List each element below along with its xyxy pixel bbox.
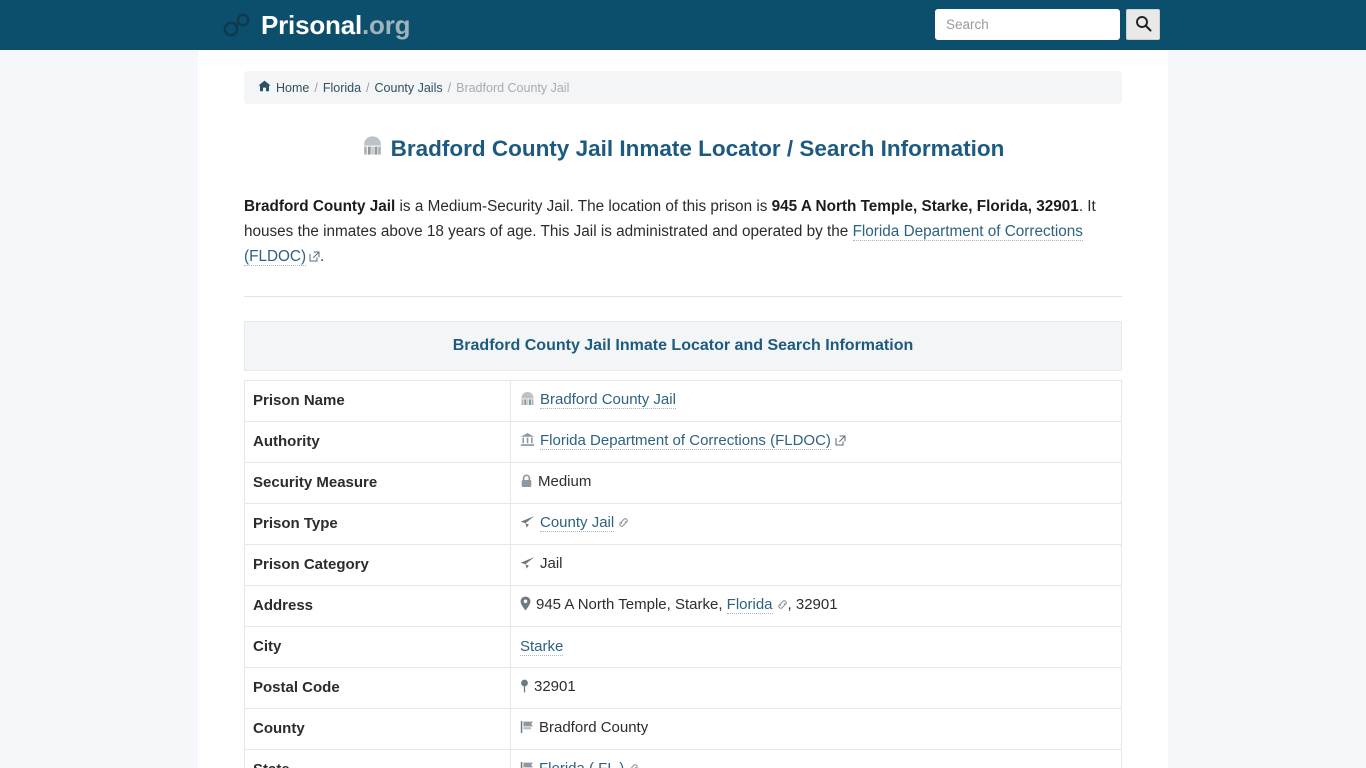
intro-paragraph: Bradford County Jail is a Medium-Securit… — [244, 194, 1122, 270]
search-submit-button[interactable] — [1126, 9, 1160, 40]
intro-prison-name: Bradford County Jail — [244, 198, 396, 215]
row-label-prison-name: Prison Name — [244, 380, 511, 422]
breadcrumb-separator: / — [366, 80, 370, 95]
table-row: Prison Type County Jail — [244, 503, 1122, 545]
thumbtack-icon — [520, 679, 529, 699]
bank-icon — [520, 432, 535, 453]
table-row: Authority Florida Department of Correcti… — [244, 421, 1122, 463]
authority-link[interactable]: Florida Department of Corrections (FLDOC… — [540, 432, 831, 450]
row-label-prison-type: Prison Type — [244, 503, 511, 545]
prison-name-link[interactable]: Bradford County Jail — [540, 391, 676, 409]
header-search — [935, 9, 1160, 40]
paper-plane-icon — [520, 556, 535, 576]
row-label-city: City — [244, 626, 511, 668]
row-label-county: County — [244, 708, 511, 750]
table-caption: Bradford County Jail Inmate Locator and … — [244, 321, 1122, 371]
breadcrumb-item-current: Bradford County Jail — [456, 80, 570, 95]
row-label-security-measure: Security Measure — [244, 462, 511, 504]
address-zip: , 32901 — [787, 596, 838, 613]
chain-link-icon — [777, 596, 788, 616]
home-icon — [258, 80, 271, 95]
row-label-postal-code: Postal Code — [244, 667, 511, 709]
row-value-county: Bradford County — [510, 708, 1122, 750]
search-icon — [1135, 15, 1152, 35]
lock-icon — [520, 474, 533, 494]
security-measure-value: Medium — [538, 473, 592, 490]
address-state-link[interactable]: Florida — [726, 596, 773, 614]
intro-text-a: is a Medium-Security Jail. The location … — [395, 198, 772, 215]
breadcrumb-item-home[interactable]: Home — [276, 81, 309, 95]
row-value-prison-type: County Jail — [510, 503, 1122, 545]
external-link-icon — [309, 245, 320, 270]
row-value-postal-code: 32901 — [510, 667, 1122, 709]
row-label-state: State — [244, 749, 511, 768]
jail-cell-icon — [362, 135, 383, 163]
table-body: Prison Name Bradford County Jail Authori… — [244, 380, 1122, 768]
page-title-text: Bradford County Jail Inmate Locator / Se… — [390, 136, 1005, 161]
table-row: County Bradford County — [244, 708, 1122, 750]
row-value-prison-category: Jail — [510, 544, 1122, 586]
row-value-state: Florida ( FL ) — [510, 749, 1122, 768]
table-row: Prison Name Bradford County Jail — [244, 380, 1122, 422]
handcuffs-icon — [222, 12, 252, 38]
breadcrumb: Home / Florida / County Jails / Bradford… — [244, 71, 1122, 104]
brand-name: Prisonal — [261, 9, 362, 40]
site-header: Prisonal.org — [0, 0, 1366, 50]
row-value-authority: Florida Department of Corrections (FLDOC… — [510, 421, 1122, 463]
content-container: Home / Florida / County Jails / Bradford… — [198, 50, 1168, 768]
breadcrumb-separator: / — [447, 80, 452, 95]
map-marker-icon — [520, 596, 531, 617]
postal-code-value: 32901 — [534, 678, 576, 695]
flag-icon — [520, 720, 534, 740]
page-title: Bradford County Jail Inmate Locator / Se… — [244, 135, 1122, 163]
row-value-prison-name: Bradford County Jail — [510, 380, 1122, 422]
state-link[interactable]: Florida ( FL ) — [539, 760, 625, 768]
row-label-address: Address — [244, 585, 511, 627]
table-row: Address 945 A North Temple, Starke, Flor… — [244, 585, 1122, 627]
paper-plane-icon — [520, 515, 535, 535]
section-divider — [244, 296, 1122, 297]
flag-icon — [520, 761, 534, 768]
brand-tld: .org — [362, 9, 411, 40]
breadcrumb-item-county-jails[interactable]: County Jails — [375, 81, 443, 95]
breadcrumb-separator: / — [314, 80, 318, 95]
page-background: Home / Florida / County Jails / Bradford… — [0, 50, 1366, 768]
content-inner: Home / Florida / County Jails / Bradford… — [244, 50, 1122, 768]
row-value-city: Starke — [510, 626, 1122, 668]
row-label-authority: Authority — [244, 421, 511, 463]
row-label-prison-category: Prison Category — [244, 544, 511, 586]
search-input[interactable] — [935, 9, 1120, 40]
county-value: Bradford County — [539, 719, 649, 736]
intro-address: 945 A North Temple, Starke, Florida, 329… — [771, 198, 1079, 215]
breadcrumb-item-florida[interactable]: Florida — [323, 81, 361, 95]
prison-info-table: Prison Name Bradford County Jail Authori… — [244, 380, 1122, 768]
table-row: City Starke — [244, 626, 1122, 668]
row-value-security-measure: Medium — [510, 462, 1122, 504]
jail-cell-icon — [520, 391, 535, 412]
row-value-address: 945 A North Temple, Starke, Florida , 329… — [510, 585, 1122, 627]
site-logo-link[interactable]: Prisonal.org — [222, 0, 411, 50]
prison-type-link[interactable]: County Jail — [540, 514, 615, 532]
site-logo-text: Prisonal.org — [261, 9, 411, 41]
table-row: Security Measure Medium — [244, 462, 1122, 504]
table-row: Postal Code 32901 — [244, 667, 1122, 709]
table-row: State Florida ( FL ) — [244, 749, 1122, 768]
chain-link-icon — [628, 760, 639, 768]
table-row: Prison Category Jail — [244, 544, 1122, 586]
prison-category-value: Jail — [540, 555, 563, 572]
chain-link-icon — [618, 514, 629, 534]
external-link-icon — [835, 432, 846, 452]
city-link[interactable]: Starke — [520, 638, 564, 656]
address-street: 945 A North Temple, Starke, — [536, 596, 727, 613]
intro-text-end: . — [320, 248, 325, 265]
